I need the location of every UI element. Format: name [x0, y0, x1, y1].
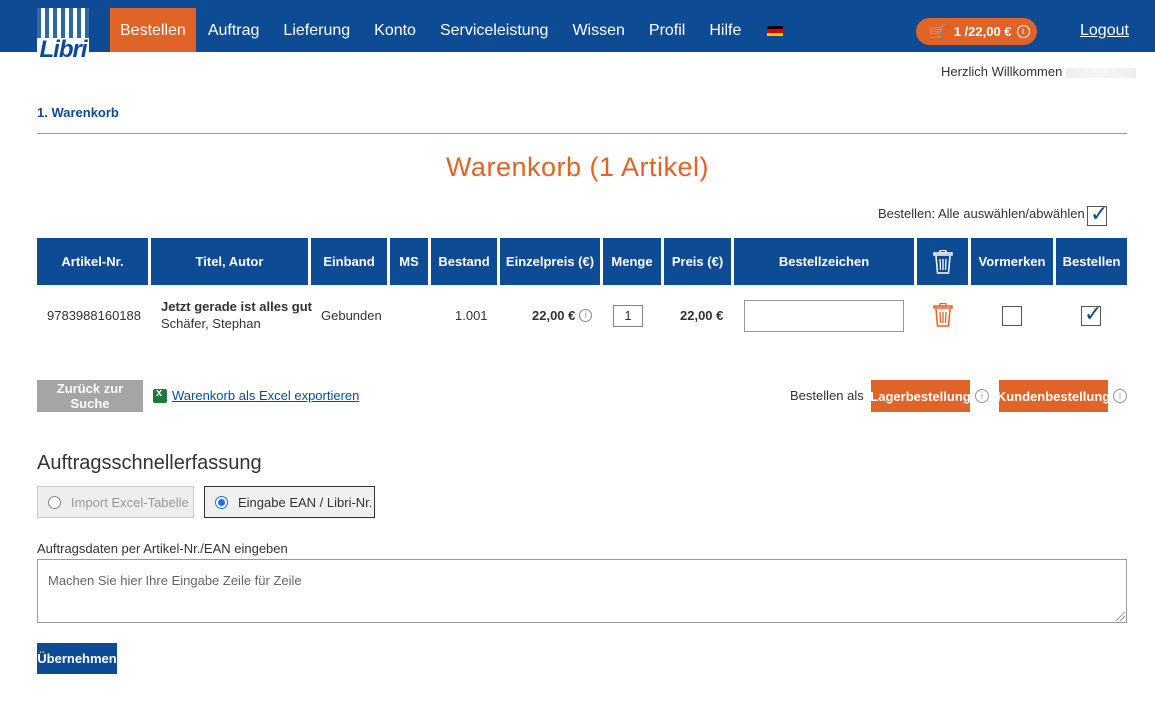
- column-header-delete[interactable]: [917, 238, 968, 285]
- order-mark-input[interactable]: [744, 300, 904, 332]
- cart-summary-button[interactable]: 🛒 1 /22,00 € i: [916, 18, 1037, 45]
- trash-icon[interactable]: [932, 249, 953, 274]
- quantity-input[interactable]: 1: [613, 305, 643, 327]
- main-nav: Bestellen Auftrag Lieferung Konto Servic…: [110, 8, 784, 52]
- nav-item-profil[interactable]: Profil: [637, 8, 697, 52]
- nav-item-auftrag[interactable]: Auftrag: [196, 8, 272, 52]
- apply-button[interactable]: Übernehmen: [37, 643, 117, 674]
- column-header-reserve[interactable]: Vormerken: [971, 238, 1053, 285]
- reserve-checkbox[interactable]: [1002, 306, 1022, 326]
- logout-link[interactable]: Logout: [1080, 22, 1129, 40]
- select-all-label: Bestellen: Alle auswählen/abwählen: [878, 206, 1085, 221]
- column-header-price[interactable]: Preis (€): [664, 238, 731, 285]
- table-row-article-no: 9783988160188: [47, 307, 141, 323]
- radio-dot: [48, 495, 61, 509]
- nav-item-bestellen[interactable]: Bestellen: [110, 8, 196, 52]
- select-all-checkbox[interactable]: [1087, 201, 1108, 227]
- quick-entry-title: Auftragsschnellerfassung: [37, 452, 262, 474]
- radio-import-excel[interactable]: Import Excel-Tabelle: [37, 486, 194, 518]
- blurred-username: [1066, 67, 1137, 78]
- info-icon[interactable]: i: [1113, 389, 1127, 403]
- order-data-textarea[interactable]: Machen Sie hier Ihre Eingabe Zeile für Z…: [37, 559, 1127, 623]
- back-to-search-button[interactable]: Zurück zur Suche: [37, 380, 143, 412]
- column-header-unit-price[interactable]: Einzelpreis (€): [500, 238, 600, 285]
- nav-item-serviceleistung[interactable]: Serviceleistung: [428, 8, 561, 52]
- export-excel-link[interactable]: Warenkorb als Excel exportieren: [172, 388, 359, 403]
- stock-order-button[interactable]: Lagerbestellung: [870, 380, 971, 412]
- column-header-stock[interactable]: Bestand: [431, 238, 497, 285]
- column-header-title-author[interactable]: Titel, Autor: [151, 238, 308, 285]
- logo-stripes: [37, 8, 89, 38]
- table-row-unit-price: 22,00 € i: [532, 295, 593, 335]
- unit-price-value: 22,00 €: [532, 307, 576, 323]
- info-icon[interactable]: i: [975, 389, 989, 403]
- libri-logo[interactable]: Libri: [37, 8, 89, 66]
- column-header-quantity[interactable]: Menge: [603, 238, 661, 285]
- divider: [37, 133, 1127, 134]
- excel-icon[interactable]: [153, 387, 167, 403]
- table-row-title-author: Jetzt gerade ist alles gut Schäfer, Step…: [161, 295, 312, 335]
- top-navigation-bar: Libri Bestellen Auftrag Lieferung Konto …: [0, 0, 1155, 66]
- table-row-price: 22,00 €: [680, 307, 724, 323]
- nav-item-wissen[interactable]: Wissen: [560, 8, 636, 52]
- column-header-article-no[interactable]: Artikel-Nr.: [37, 238, 148, 285]
- trash-icon[interactable]: [933, 303, 953, 327]
- order-checkbox[interactable]: [1081, 301, 1102, 327]
- column-header-order[interactable]: Bestellen: [1056, 238, 1127, 285]
- column-header-order-mark[interactable]: Bestellzeichen: [734, 238, 914, 285]
- info-icon[interactable]: i: [1016, 25, 1030, 38]
- breadcrumb[interactable]: 1. Warenkorb: [37, 105, 119, 120]
- customer-order-button[interactable]: Kundenbestellung: [997, 380, 1110, 412]
- textarea-placeholder: Machen Sie hier Ihre Eingabe Zeile für Z…: [48, 573, 302, 588]
- logo-text: Libri: [39, 36, 88, 63]
- book-author: Schäfer, Stephan: [161, 316, 261, 331]
- radio-label: Import Excel-Tabelle: [71, 494, 189, 510]
- german-flag-icon[interactable]: [767, 26, 784, 36]
- radio-label: Eingabe EAN / Libri-Nr.: [238, 494, 373, 510]
- nav-item-hilfe[interactable]: Hilfe: [697, 8, 753, 52]
- column-header-ms[interactable]: MS: [390, 238, 428, 285]
- nav-item-lieferung[interactable]: Lieferung: [271, 8, 362, 52]
- resize-handle[interactable]: [1116, 612, 1125, 621]
- book-title-link[interactable]: Jetzt gerade ist alles gut: [161, 298, 312, 315]
- column-header-binding[interactable]: Einband: [311, 238, 387, 285]
- table-row-binding: Gebunden: [321, 307, 382, 323]
- cart-icon: 🛒: [928, 23, 947, 41]
- cart-summary-text: 1 /22,00 €: [953, 24, 1012, 39]
- radio-dot-selected: [215, 495, 228, 509]
- info-icon[interactable]: i: [579, 308, 593, 322]
- nav-item-konto[interactable]: Konto: [362, 8, 428, 52]
- page-title: Warenkorb (1 Artikel): [445, 152, 710, 182]
- table-row-stock: 1.001: [455, 307, 488, 323]
- order-data-label: Auftragsdaten per Artikel-Nr./EAN eingeb…: [37, 541, 288, 556]
- welcome-text: Herzlich Willkommen: [941, 64, 1063, 79]
- order-as-label: Bestellen als: [790, 388, 864, 403]
- welcome-message: Herzlich Willkommen: [941, 64, 1137, 79]
- radio-ean-entry[interactable]: Eingabe EAN / Libri-Nr.: [204, 486, 375, 518]
